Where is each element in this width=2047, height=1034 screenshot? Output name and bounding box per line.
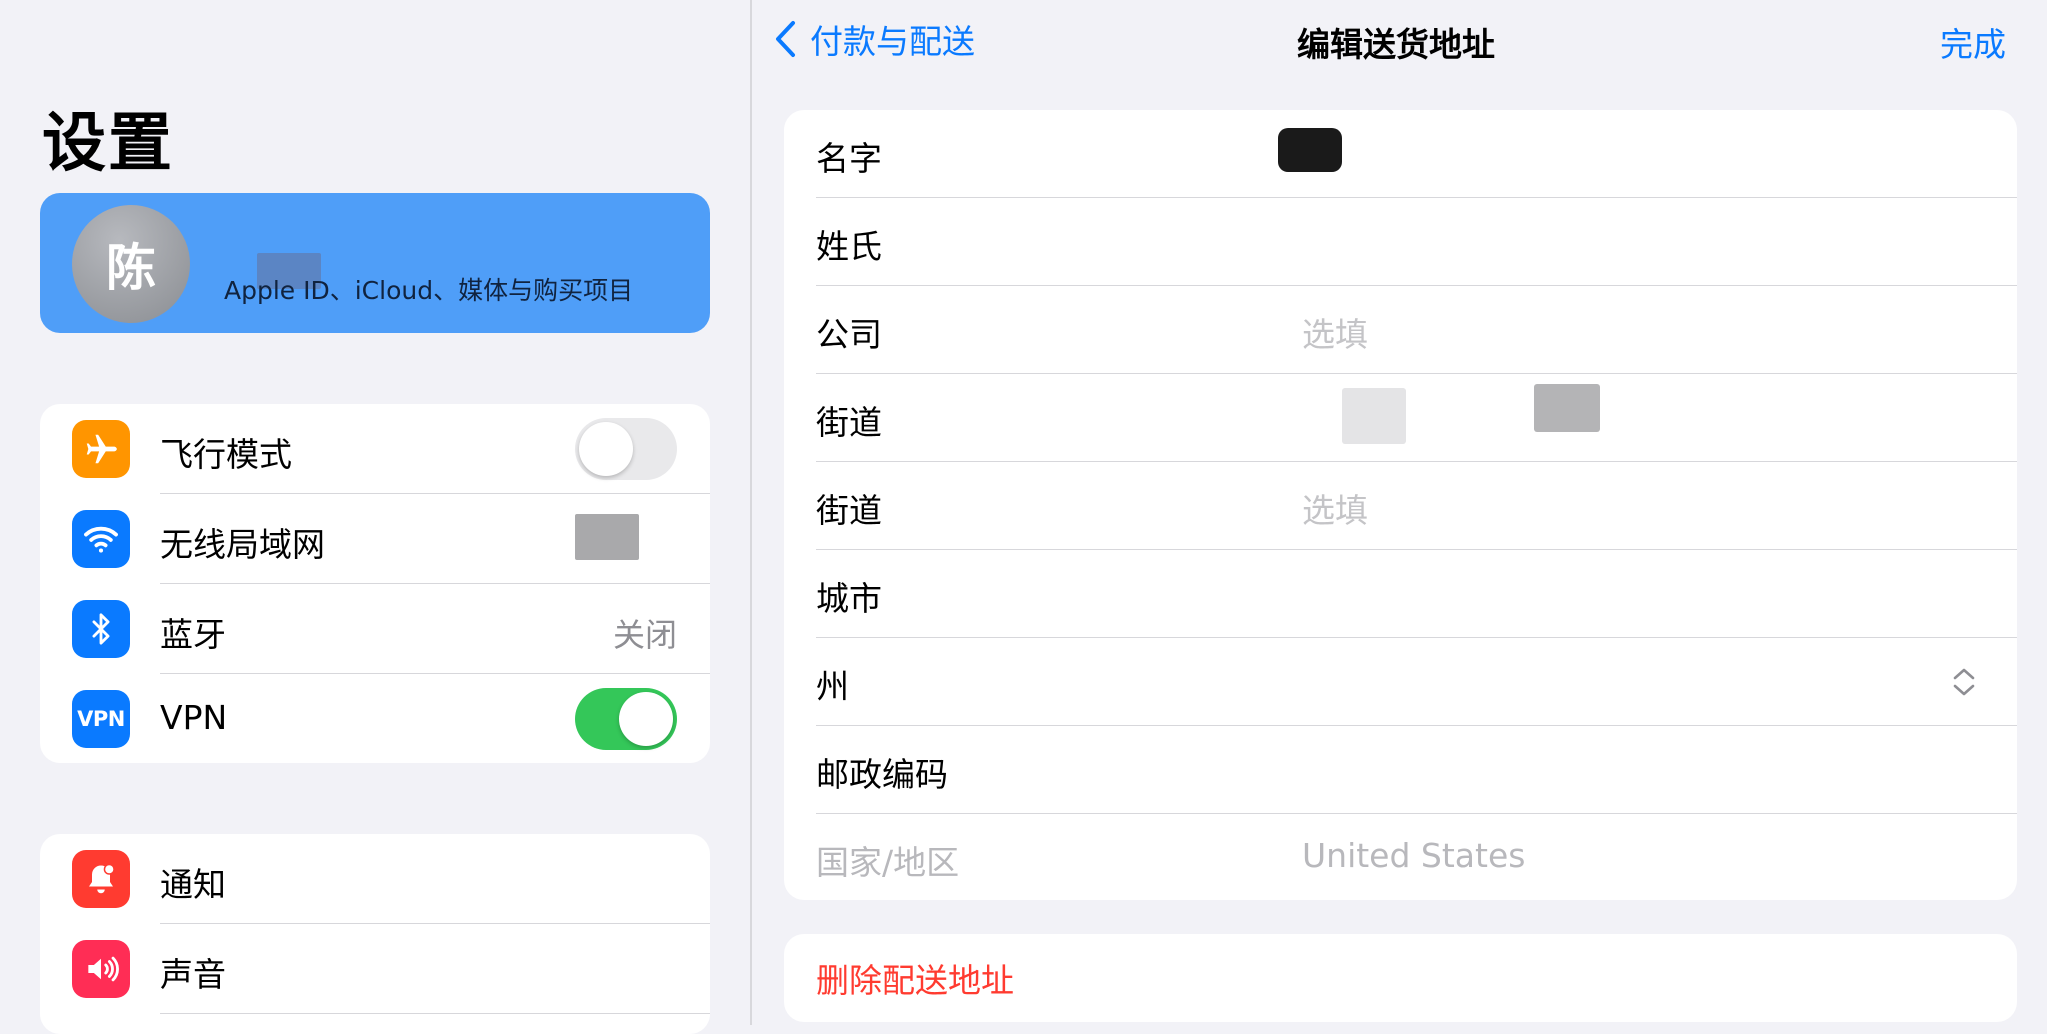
street-field-2-placeholder[interactable]: 选填 [1302, 484, 1368, 532]
field-label: 公司 [816, 315, 882, 354]
redacted-street-part [1534, 384, 1600, 432]
avatar: 陈 [72, 205, 190, 323]
vpn-icon-text: VPN [77, 707, 125, 731]
airplane-icon [72, 420, 130, 478]
country-region-value: United States [1302, 836, 1526, 875]
field-label: 州 [816, 667, 849, 706]
sidebar-item-bluetooth[interactable]: 蓝牙 关闭 [40, 584, 710, 674]
chevron-up-down-icon [1953, 668, 1975, 696]
company-row[interactable]: 公司 选填 [784, 286, 2017, 374]
settings-sidebar: 设置 陈 Apple ID、iCloud、媒体与购买项目 飞行模式 无线局域网 [0, 0, 752, 1034]
back-button[interactable]: 付款与配送 [774, 14, 975, 64]
bluetooth-icon [72, 600, 130, 658]
toggle-knob [579, 422, 633, 476]
sidebar-item-label: 飞行模式 [160, 435, 292, 474]
profile-subtitle: Apple ID、iCloud、媒体与购买项目 [224, 276, 634, 305]
redacted-wifi-network-name [575, 514, 639, 560]
first-name-row[interactable]: 名字 [784, 110, 2017, 198]
vpn-icon: VPN [72, 690, 130, 748]
chevron-left-icon [776, 21, 795, 57]
sidebar-item-vpn[interactable]: VPN VPN [40, 674, 710, 763]
street-row-1[interactable]: 街道 [784, 374, 2017, 462]
street-row-2[interactable]: 街道 选填 [784, 462, 2017, 550]
row-divider [160, 1013, 710, 1014]
sidebar-item-label: 通知 [160, 865, 226, 904]
country-region-row: 国家/地区 United States [784, 814, 2017, 900]
redacted-street-part [1342, 388, 1406, 444]
city-row[interactable]: 城市 [784, 550, 2017, 638]
sidebar-item-airplane-mode[interactable]: 飞行模式 [40, 404, 710, 494]
shipping-address-form: 名字 姓氏 公司 选填 街道 街道 选填 城市 州 邮政编码 国家/地区 Uni… [784, 110, 2017, 900]
field-label: 名字 [816, 139, 882, 178]
speaker-icon [72, 940, 130, 998]
sidebar-item-label: 无线局域网 [160, 525, 325, 564]
notification-settings-group: 通知 声音 [40, 834, 710, 1034]
redacted-first-name [1278, 128, 1342, 172]
sidebar-item-notifications[interactable]: 通知 [40, 834, 710, 924]
apple-id-profile-card[interactable]: 陈 Apple ID、iCloud、媒体与购买项目 [40, 193, 710, 333]
wifi-icon [72, 510, 130, 568]
company-field-placeholder[interactable]: 选填 [1302, 308, 1368, 356]
sidebar-item-wifi[interactable]: 无线局域网 [40, 494, 710, 584]
field-label: 街道 [816, 491, 882, 530]
sidebar-item-sounds[interactable]: 声音 [40, 924, 710, 1014]
connectivity-settings-group: 飞行模式 无线局域网 蓝牙 关闭 VPN VPN [40, 404, 710, 763]
last-name-row[interactable]: 姓氏 [784, 198, 2017, 286]
airplane-mode-toggle[interactable] [575, 418, 677, 480]
back-button-label: 付款与配送 [810, 22, 975, 61]
field-label: 城市 [816, 579, 882, 618]
postal-code-row[interactable]: 邮政编码 [784, 726, 2017, 814]
page-title: 编辑送货地址 [1297, 25, 1495, 64]
field-label: 国家/地区 [816, 843, 960, 882]
done-button[interactable]: 完成 [1940, 18, 2006, 66]
delete-shipping-address-button[interactable]: 删除配送地址 [816, 954, 1014, 1002]
delete-address-card: 删除配送地址 [784, 934, 2017, 1022]
sidebar-item-label: VPN [160, 698, 228, 737]
field-label: 邮政编码 [816, 755, 948, 794]
sidebar-item-label: 蓝牙 [160, 615, 226, 654]
state-row[interactable]: 州 [784, 638, 2017, 726]
vpn-toggle[interactable] [575, 688, 677, 750]
toggle-knob [619, 692, 673, 746]
sidebar-title: 设置 [42, 107, 174, 181]
sidebar-item-label: 声音 [160, 955, 226, 994]
bluetooth-status-value: 关闭 [612, 616, 677, 654]
notification-bell-icon [72, 850, 130, 908]
field-label: 街道 [816, 403, 882, 442]
field-label: 姓氏 [816, 227, 882, 266]
